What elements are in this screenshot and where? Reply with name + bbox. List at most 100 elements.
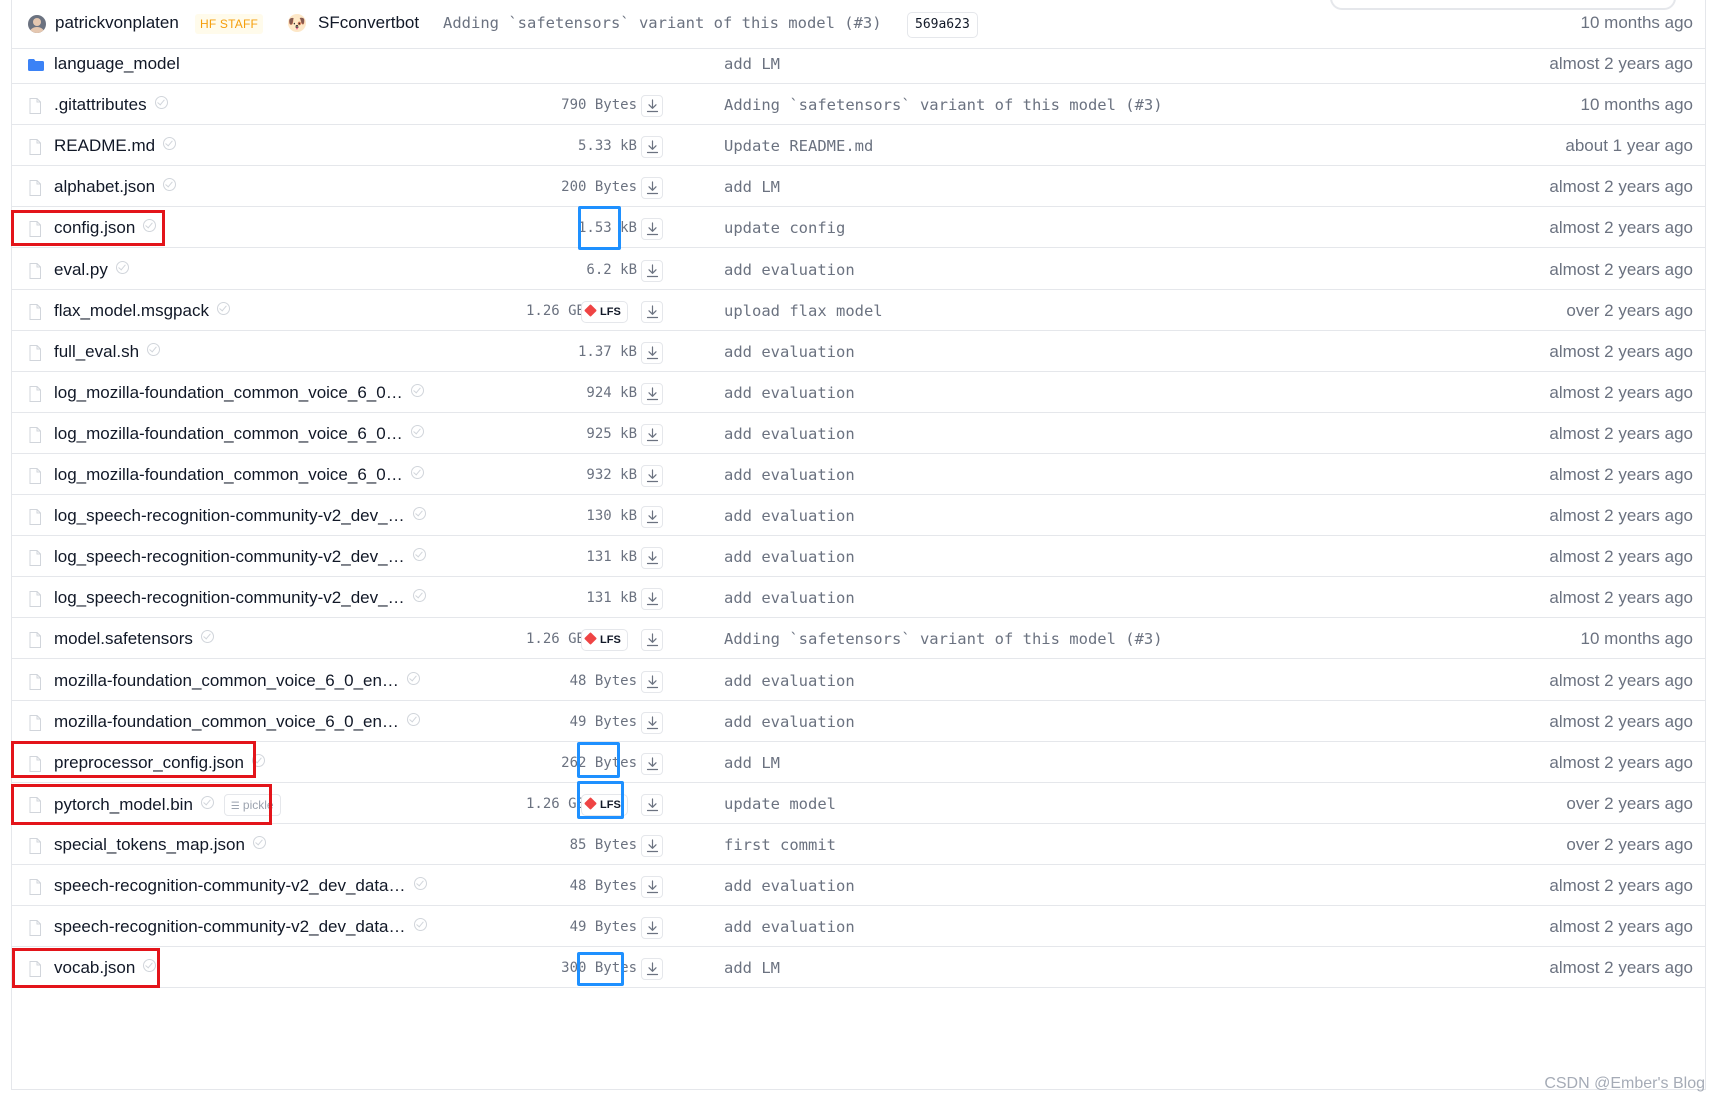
commit-hash-button[interactable]: 569a623 bbox=[907, 12, 978, 38]
safe-check-icon[interactable] bbox=[412, 589, 426, 603]
download-button[interactable] bbox=[641, 423, 663, 446]
safe-check-icon[interactable] bbox=[216, 301, 230, 315]
commit-message-link[interactable]: Adding `safetensors` variant of this mod… bbox=[443, 14, 882, 32]
file-name-link[interactable]: log_speech-recognition-community-v2_dev_… bbox=[54, 506, 426, 526]
safe-check-icon[interactable] bbox=[413, 877, 427, 890]
safe-check-icon[interactable] bbox=[410, 383, 424, 397]
file-commit-message-link[interactable]: add evaluation bbox=[724, 261, 855, 279]
author-avatar[interactable] bbox=[28, 15, 46, 33]
file-commit-message-link[interactable]: Update README.md bbox=[724, 137, 873, 155]
download-button[interactable] bbox=[641, 300, 663, 323]
file-name-link[interactable]: flax_model.msgpack bbox=[54, 301, 230, 321]
file-row[interactable]: mozilla-foundation_common_voice_6_0_en… 4… bbox=[12, 660, 1705, 701]
download-button[interactable] bbox=[641, 629, 663, 652]
file-name-link[interactable]: log_mozilla-foundation_common_voice_6_0… bbox=[54, 383, 424, 403]
file-name-link[interactable]: log_speech-recognition-community-v2_dev_… bbox=[54, 547, 426, 567]
safe-check-icon[interactable] bbox=[412, 548, 426, 562]
download-button[interactable] bbox=[641, 917, 663, 940]
safe-check-icon[interactable] bbox=[410, 466, 424, 479]
download-button[interactable] bbox=[641, 95, 663, 118]
file-row[interactable]: config.json 1.53 kB update config almost 2 … bbox=[12, 207, 1705, 249]
download-button[interactable] bbox=[641, 588, 663, 611]
file-row[interactable]: model.safetensors 1.26 GB LFS Adding `safet… bbox=[12, 618, 1705, 660]
file-commit-message-link[interactable]: add evaluation bbox=[724, 877, 855, 895]
file-row[interactable]: log_mozilla-foundation_common_voice_6_0…… bbox=[12, 372, 1705, 413]
file-row[interactable]: special_tokens_map.json 85 Bytes first com… bbox=[12, 824, 1705, 865]
file-commit-message-link[interactable]: add evaluation bbox=[724, 672, 855, 690]
file-row[interactable]: mozilla-foundation_common_voice_6_0_en… 4… bbox=[12, 701, 1705, 742]
folder-row[interactable]: language_model add LM almost 2 years ago bbox=[12, 43, 1705, 85]
safe-check-icon[interactable] bbox=[154, 96, 168, 110]
folder-name-link[interactable]: language_model bbox=[54, 54, 180, 74]
file-row[interactable]: log_speech-recognition-community-v2_dev_… bbox=[12, 577, 1705, 619]
download-button[interactable] bbox=[641, 465, 663, 487]
file-row[interactable]: full_eval.sh 1.37 kB add evaluation almost … bbox=[12, 331, 1705, 372]
file-row[interactable]: README.md 5.33 kB Update README.md about 1 … bbox=[12, 125, 1705, 167]
file-commit-message-link[interactable]: upload flax model bbox=[724, 302, 883, 320]
lfs-badge[interactable]: LFS bbox=[581, 629, 628, 652]
file-commit-message-link[interactable]: add evaluation bbox=[724, 384, 855, 402]
file-commit-message-link[interactable]: add LM bbox=[724, 754, 780, 772]
file-name-link[interactable]: speech-recognition-community-v2_dev_data… bbox=[54, 876, 427, 896]
file-name-link[interactable]: special_tokens_map.json bbox=[54, 835, 266, 855]
file-row[interactable]: log_speech-recognition-community-v2_dev_… bbox=[12, 495, 1705, 537]
download-button[interactable] bbox=[641, 382, 663, 405]
safe-check-icon[interactable] bbox=[147, 342, 161, 356]
file-row[interactable]: .gitattributes 790 Bytes Adding `safetenso… bbox=[12, 84, 1705, 126]
download-button[interactable] bbox=[641, 711, 663, 734]
file-commit-message-link[interactable]: add evaluation bbox=[724, 507, 855, 525]
file-name-link[interactable]: model.safetensors bbox=[54, 629, 214, 649]
file-commit-message-link[interactable]: add evaluation bbox=[724, 466, 855, 484]
safe-check-icon[interactable] bbox=[163, 137, 177, 151]
file-commit-message-link[interactable]: Adding `safetensors` variant of this mod… bbox=[724, 630, 1163, 648]
download-button[interactable] bbox=[641, 876, 663, 898]
commit-coauthor-link[interactable]: SFconvertbot bbox=[318, 13, 419, 33]
file-commit-message-link[interactable]: add evaluation bbox=[724, 713, 855, 731]
download-button[interactable] bbox=[641, 793, 663, 816]
safe-check-icon[interactable] bbox=[406, 712, 420, 726]
safe-check-icon[interactable] bbox=[200, 630, 214, 644]
file-row[interactable]: speech-recognition-community-v2_dev_data… bbox=[12, 906, 1705, 948]
safe-check-icon[interactable] bbox=[410, 424, 424, 438]
file-name-link[interactable]: speech-recognition-community-v2_dev_data… bbox=[54, 917, 427, 937]
download-button[interactable] bbox=[641, 547, 663, 570]
download-button[interactable] bbox=[641, 259, 663, 282]
file-commit-message-link[interactable]: Adding `safetensors` variant of this mod… bbox=[724, 96, 1163, 114]
download-button[interactable] bbox=[641, 834, 663, 857]
download-button[interactable] bbox=[641, 670, 663, 693]
safe-check-icon[interactable] bbox=[413, 918, 427, 932]
file-commit-message-link[interactable]: add evaluation bbox=[724, 425, 855, 443]
safe-check-icon[interactable] bbox=[163, 178, 177, 192]
download-button[interactable] bbox=[641, 506, 663, 529]
file-commit-message-link[interactable]: update model bbox=[724, 795, 836, 813]
file-commit-message-link[interactable]: add LM bbox=[724, 178, 780, 196]
download-button[interactable] bbox=[641, 218, 663, 241]
file-name-link[interactable]: log_speech-recognition-community-v2_dev_… bbox=[54, 588, 426, 608]
file-commit-message-link[interactable]: first commit bbox=[724, 836, 836, 854]
file-row[interactable]: alphabet.json 200 Bytes add LM almost 2 yea… bbox=[12, 166, 1705, 208]
safe-check-icon[interactable] bbox=[412, 507, 426, 521]
file-name-link[interactable]: alphabet.json bbox=[54, 177, 177, 197]
file-row[interactable]: log_mozilla-foundation_common_voice_6_0…… bbox=[12, 454, 1705, 496]
file-name-link[interactable]: full_eval.sh bbox=[54, 342, 161, 362]
file-name-link[interactable]: eval.py bbox=[54, 260, 129, 280]
file-row[interactable]: flax_model.msgpack 1.26 GB LFS upload flax … bbox=[12, 290, 1705, 331]
safe-check-icon[interactable] bbox=[115, 260, 129, 274]
file-commit-message-link[interactable]: add LM bbox=[724, 55, 780, 73]
file-name-link[interactable]: mozilla-foundation_common_voice_6_0_en… bbox=[54, 671, 420, 691]
commit-author-link[interactable]: patrickvonplaten bbox=[55, 13, 179, 33]
file-commit-message-link[interactable]: add evaluation bbox=[724, 548, 855, 566]
file-name-link[interactable]: README.md bbox=[54, 136, 177, 156]
safe-check-icon[interactable] bbox=[406, 671, 420, 685]
download-button[interactable] bbox=[641, 341, 663, 364]
download-button[interactable] bbox=[641, 136, 663, 159]
file-row[interactable]: speech-recognition-community-v2_dev_data… bbox=[12, 865, 1705, 907]
file-row[interactable]: log_speech-recognition-community-v2_dev_… bbox=[12, 536, 1705, 578]
lfs-badge[interactable]: LFS bbox=[581, 300, 628, 323]
file-row[interactable]: vocab.json 300 Bytes add LM almost 2 years … bbox=[12, 947, 1705, 989]
file-commit-message-link[interactable]: add LM bbox=[724, 959, 780, 977]
download-button[interactable] bbox=[641, 752, 663, 775]
file-row[interactable]: eval.py 6.2 kB add evaluation almost 2 year… bbox=[12, 249, 1705, 290]
file-row[interactable]: preprocessor_config.json 262 Bytes add LM a… bbox=[12, 742, 1705, 783]
download-button[interactable] bbox=[641, 958, 663, 981]
